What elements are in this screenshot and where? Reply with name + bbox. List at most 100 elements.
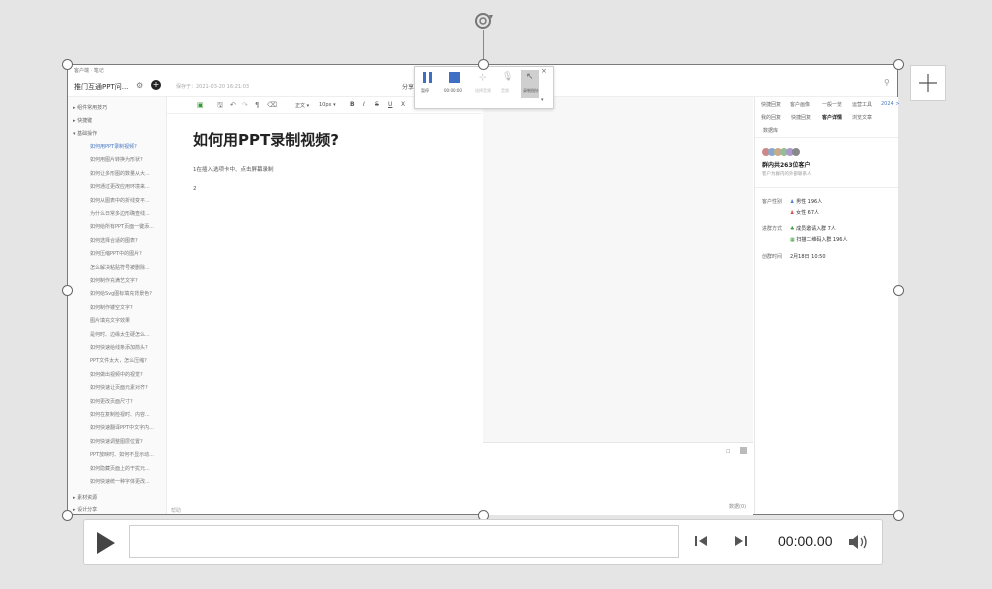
italic-icon[interactable]: I	[363, 101, 365, 108]
avatar-group	[762, 148, 802, 156]
tree-item[interactable]: 如何制作充满艺文字?	[90, 277, 138, 284]
plus-icon	[919, 74, 937, 92]
bold-icon[interactable]: B	[350, 101, 355, 108]
tree-item[interactable]: 如何从图表中的折线变平...	[90, 197, 150, 204]
note-line-2: 2	[193, 186, 197, 192]
resize-handle-top-right[interactable]	[893, 59, 904, 70]
save-icon[interactable]: 🖫	[217, 101, 223, 112]
settings-icon[interactable]: ⚙	[136, 81, 143, 90]
rotate-handle-icon[interactable]	[472, 9, 496, 33]
text-color-icon[interactable]: X	[401, 101, 405, 108]
resize-handle-bottom-right[interactable]	[893, 510, 904, 521]
tree-section[interactable]: ▸ 组件常用技巧	[73, 104, 107, 111]
tree-item[interactable]: 如何更改页面尺寸?	[90, 398, 133, 405]
volume-icon[interactable]	[848, 533, 870, 551]
insert-icon[interactable]: ▣	[197, 101, 204, 109]
resize-handle-top[interactable]	[478, 59, 489, 70]
underline-icon[interactable]: U	[388, 101, 392, 108]
customer-pane: 快捷回复 客户画像 一般一览 运营工具 2024 > 我的回复 快捷回复 客户详情 浏览文章 …	[754, 97, 900, 514]
tree-item[interactable]: PPT文件太大，怎么压缩?	[90, 357, 147, 364]
resize-handle-left[interactable]	[62, 285, 73, 296]
rp-tab[interactable]: 2024 >	[881, 101, 900, 107]
step-forward-icon[interactable]	[733, 533, 749, 549]
tree-item[interactable]: 如何给所有PPT页面一键添...	[90, 223, 154, 230]
block-icon[interactable]	[740, 447, 747, 454]
user-icon[interactable]: ⚲	[884, 78, 890, 87]
gender-label: 客户性别	[762, 199, 783, 205]
select-area-label: 选择音频	[475, 88, 491, 93]
group-subtitle: 客户为群内的外部联系人	[762, 172, 812, 177]
redo-icon[interactable]: ↷	[242, 101, 248, 109]
tree-item[interactable]: 如何快速让页面元素对齐?	[90, 384, 148, 391]
tree-item[interactable]: 如何用图片转换为形状?	[90, 156, 143, 163]
rp-tab[interactable]: 运营工具	[852, 101, 872, 108]
tree-item[interactable]: 如何制作镂空文字?	[90, 304, 133, 311]
tree-item[interactable]: 如何压缩PPT中的图片?	[90, 250, 142, 257]
tree-item[interactable]: 怎么解决粘贴符号被删除...	[90, 264, 150, 271]
pause-icon[interactable]	[415, 72, 441, 84]
rp-tab[interactable]: 浏览文章	[852, 114, 872, 121]
close-icon[interactable]: ×	[541, 67, 547, 75]
rp-tab[interactable]: 快捷回复	[791, 114, 811, 121]
tree-item[interactable]: 为什么日常多边形确查线...	[90, 210, 150, 217]
step-back-icon[interactable]	[693, 533, 709, 549]
doc-name: 推门互通PPT问...	[74, 83, 129, 91]
help-link[interactable]: 帮助	[171, 507, 181, 514]
tree-item[interactable]: PPT放映时、如何不显示动...	[90, 451, 154, 458]
resize-handle-right[interactable]	[893, 285, 904, 296]
resize-handle-bottom-left[interactable]	[62, 510, 73, 521]
rp-tab[interactable]: 客户详情	[822, 114, 842, 121]
font-size-select[interactable]: 10px ▾	[319, 102, 336, 108]
image-icon[interactable]: ▫	[726, 447, 731, 455]
tree-item[interactable]: 是何时、边缘太生硬怎么...	[90, 331, 150, 338]
join-label: 进群方式	[762, 226, 783, 232]
select-area-icon[interactable]: ⊹	[479, 73, 487, 83]
add-button[interactable]	[910, 65, 946, 101]
tree-item[interactable]: 如何给Svg图标填充背景色?	[90, 290, 152, 297]
note-line-1: 1在插入选项卡中、点击屏幕录制	[193, 167, 274, 173]
created-time-value: 2月18日 10:50	[790, 254, 826, 260]
tree-section[interactable]: ▾ 基础操作	[73, 130, 97, 137]
tree-item[interactable]: 如何快速统一种字体更改...	[90, 478, 150, 485]
tree-item[interactable]: 如何快速翻译PPT中文字内...	[90, 424, 154, 431]
app-titlebar-text: 客户端 · 笔记	[74, 68, 104, 74]
tree-item[interactable]: 如何让多形图的数量从大...	[90, 170, 150, 177]
collapse-icon[interactable]: ▾	[541, 97, 544, 103]
clear-format-icon[interactable]: ⌫	[267, 101, 277, 109]
mic-label: 音频	[501, 88, 509, 93]
rp-tab[interactable]: 客户画像	[790, 101, 810, 108]
tree-item[interactable]: 如何快速给线条添加箭头?	[90, 344, 148, 351]
resize-handle-top-left[interactable]	[62, 59, 73, 70]
male-count: ♟ 男性 196人	[790, 199, 823, 205]
tree-item[interactable]: 如何隐藏页面上的干扰元...	[90, 465, 150, 472]
editor-area[interactable]: 如何用PPT录制视频? 1在插入选项卡中、点击屏幕录制 2 帮助	[167, 97, 482, 514]
tree-section[interactable]: ▸ 素材资源	[73, 494, 97, 501]
tree-item[interactable]: 图片填充文字效果	[90, 317, 130, 324]
rp-tab[interactable]: 一般一览	[822, 101, 842, 108]
rp-tab[interactable]: 数据库	[763, 127, 778, 134]
stop-label: 00:00:00	[444, 88, 462, 93]
progress-track[interactable]	[129, 525, 679, 558]
strikethrough-icon[interactable]: S	[375, 101, 379, 108]
notes-tree: ▸ 组件常用技巧 ▸ 快捷键 ▾ 基础操作 如何用PPT录制视频? 如何用图片转换…	[68, 97, 167, 514]
mic-icon[interactable]: 🎙	[502, 72, 513, 82]
tree-item[interactable]: 如何用PPT录制视频?	[90, 143, 137, 150]
stop-icon[interactable]	[449, 72, 460, 83]
tree-item[interactable]: 如何选择合适的图表?	[90, 237, 138, 244]
undo-icon[interactable]: ↶	[230, 101, 236, 109]
rp-tab[interactable]: 我的回复	[761, 114, 781, 121]
rp-tab[interactable]: 快捷回复	[761, 101, 781, 108]
tree-section[interactable]: ▸ 设计分享	[73, 506, 97, 513]
lower-footer-text: 数据(0)	[729, 504, 747, 510]
share-label[interactable]: 分享	[402, 82, 414, 91]
lower-panel: ▫ 数据(0)	[483, 442, 753, 515]
tree-item[interactable]: 如何做出视频中的视觉?	[90, 371, 143, 378]
tree-item[interactable]: 如何快速调整图层位置?	[90, 438, 143, 445]
play-icon[interactable]	[95, 530, 117, 556]
format-painter-icon[interactable]: ¶	[255, 101, 259, 109]
add-icon[interactable]: +	[151, 80, 161, 90]
tree-section[interactable]: ▸ 快捷键	[73, 117, 92, 124]
tree-item[interactable]: 如何在复制检视时、内容...	[90, 411, 150, 418]
tree-item[interactable]: 如何通过更改应用环境来...	[90, 183, 150, 190]
font-style-select[interactable]: 正文 ▾	[295, 102, 309, 109]
